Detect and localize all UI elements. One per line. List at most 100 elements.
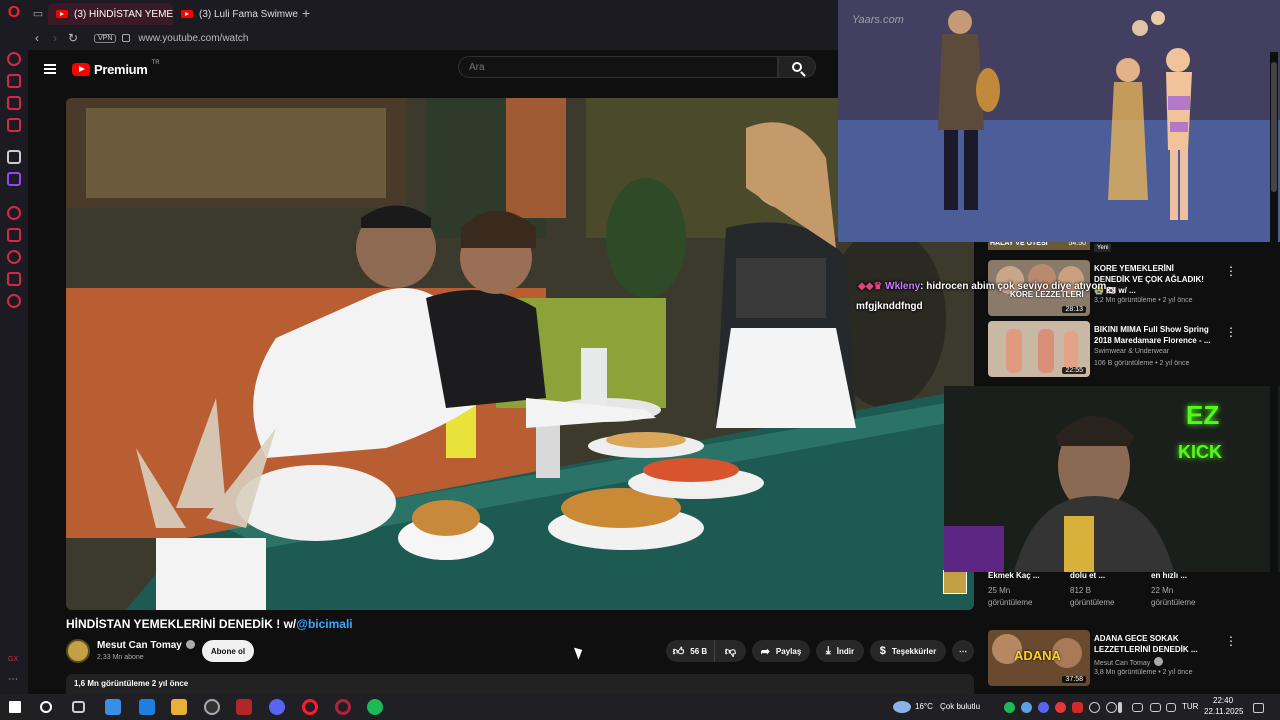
youtube-logo[interactable]: Premium TR — [72, 60, 160, 77]
windows-start-icon[interactable] — [9, 701, 21, 713]
tiktok-icon[interactable] — [7, 150, 21, 164]
scrollbar-thumb[interactable] — [1271, 62, 1277, 192]
weather-text[interactable]: Çok bulutlu — [940, 702, 980, 711]
instagram-icon[interactable] — [7, 118, 21, 132]
description-box[interactable]: 1,6 Mn görüntüleme 2 yıl önce — [66, 674, 974, 694]
player-icon[interactable] — [7, 206, 21, 220]
like-button[interactable]: 👍︎ 56 B — [666, 640, 714, 662]
video-thumbnail[interactable]: 22:55 — [988, 321, 1090, 377]
vpn-badge[interactable]: VPN — [94, 33, 117, 43]
forward-icon[interactable]: › — [46, 31, 64, 45]
related-video-title[interactable]: BIKINI MIMA Full Show Spring 2018 Mareda… — [1094, 324, 1212, 346]
channel-name-text[interactable]: Mesut Can Tomay — [97, 640, 182, 651]
video-thumbnail[interactable]: ADANA 37:58 — [988, 630, 1090, 686]
opera-icon[interactable] — [302, 699, 318, 715]
tray-spotify-icon[interactable] — [1004, 702, 1015, 713]
short-views-label: görüntüleme — [1070, 598, 1115, 607]
more-actions-button[interactable]: ⋯ — [952, 640, 974, 662]
back-icon[interactable]: ‹ — [28, 31, 46, 45]
tray-display-icon[interactable] — [1132, 703, 1143, 712]
spotify-icon[interactable] — [367, 699, 383, 715]
tab-island-icon[interactable]: ▭ — [28, 0, 48, 26]
messenger-icon[interactable] — [7, 96, 21, 110]
channel-watermark-icon[interactable] — [943, 570, 967, 594]
chat-badges-icon: ◆◆♛ — [858, 281, 886, 292]
settings-gear-icon[interactable] — [7, 294, 21, 308]
related-video-title[interactable]: KORE YEMEKLERİNİ DENEDİK VE ÇOK AĞLADIK!… — [1094, 263, 1212, 296]
file-explorer-icon[interactable] — [171, 699, 187, 715]
gx-icon[interactable]: GX — [8, 656, 18, 663]
short-views-label: görüntüleme — [988, 598, 1033, 607]
channel-name[interactable]: Mesut Can Tomay — [97, 640, 195, 651]
history-icon[interactable] — [7, 250, 21, 264]
short-title[interactable]: dolu et ... — [1070, 571, 1105, 580]
search-input[interactable] — [458, 56, 778, 78]
discord-icon[interactable] — [269, 699, 285, 715]
tray-app-icon[interactable] — [1021, 702, 1032, 713]
share-button[interactable]: ➦ Paylaş — [752, 640, 810, 662]
volume-icon[interactable] — [1166, 703, 1176, 712]
search-icon[interactable] — [40, 701, 52, 713]
bookmark-icon[interactable] — [7, 228, 21, 242]
download-button[interactable]: ⤓ İndir — [816, 640, 864, 662]
channel-text[interactable]: Mesut Can Tomay — [1094, 660, 1150, 667]
tray-record-icon[interactable] — [1055, 702, 1066, 713]
app-icon[interactable] — [204, 699, 220, 715]
extensions-icon[interactable] — [7, 272, 21, 286]
twitch-icon[interactable] — [7, 172, 21, 186]
dislike-button[interactable]: 👎︎ — [714, 640, 746, 662]
ez-logo: EZ — [1186, 400, 1220, 430]
weather-icon[interactable] — [893, 701, 911, 713]
scrollbar[interactable] — [1270, 52, 1278, 692]
opera-gx-icon[interactable] — [335, 699, 351, 715]
thanks-button[interactable]: $ Teşekkürler — [870, 640, 946, 662]
hamburger-menu-icon[interactable] — [44, 64, 56, 74]
pip-video-overlay[interactable]: Yaars.com — [838, 0, 1280, 242]
tab-label: (3) Luli Fama Swimwear F — [199, 8, 298, 20]
related-video-channel[interactable]: Mesut Can Tomay — [1094, 657, 1164, 667]
more-dots-icon[interactable]: ⋯ — [8, 674, 18, 685]
related-video-item[interactable]: ADANA 37:58 ADANA GECE SOKAK LEZZETLERİN… — [988, 630, 1258, 688]
kebab-menu-icon[interactable]: ⋮ — [1225, 325, 1237, 339]
ai-icon[interactable] — [7, 52, 21, 66]
notification-icon[interactable] — [1253, 703, 1264, 713]
temperature[interactable]: 16°C — [915, 702, 933, 711]
search-button[interactable] — [778, 56, 816, 78]
clock-date[interactable]: 22.11.2025 — [1204, 707, 1243, 716]
chat-message-text: : hidrocen abim çok seviyo diye atıyom — [920, 281, 1107, 292]
tray-discord-icon[interactable] — [1038, 702, 1049, 713]
mention-link[interactable]: @bicimali — [296, 617, 352, 631]
clock-time[interactable]: 22:40 — [1213, 696, 1233, 705]
tray-app2-icon[interactable] — [1072, 702, 1083, 713]
related-video-channel[interactable]: Swimwear & Underwear — [1094, 348, 1169, 355]
channel-avatar[interactable] — [66, 639, 90, 663]
download-icon: ⤓ — [825, 644, 831, 657]
thumbs-up-icon: 👍︎ — [672, 645, 685, 658]
opera-logo-icon[interactable]: O — [0, 0, 28, 26]
short-title[interactable]: Ekmek Kaç ... — [988, 571, 1040, 580]
outlook-icon[interactable] — [139, 699, 155, 715]
wifi-icon[interactable] — [1150, 703, 1161, 712]
kebab-menu-icon[interactable]: ⋮ — [1225, 264, 1237, 278]
new-tab-button[interactable]: + — [302, 5, 310, 21]
copilot-icon[interactable] — [105, 699, 121, 715]
language-indicator[interactable]: TUR — [1182, 702, 1198, 711]
url-field[interactable]: www.youtube.com/watch — [138, 33, 248, 44]
reload-icon[interactable]: ↻ — [64, 31, 82, 45]
tray-network-icon[interactable] — [1089, 702, 1100, 713]
kebab-menu-icon[interactable]: ⋮ — [1225, 634, 1237, 648]
video-app-icon[interactable] — [236, 699, 252, 715]
lock-icon[interactable] — [122, 34, 131, 42]
tab-swimwear[interactable]: (3) Luli Fama Swimwear F — [173, 3, 298, 25]
related-video-title[interactable]: ADANA GECE SOKAK LEZZETLERİNİ DENEDİK ..… — [1094, 633, 1212, 655]
microphone-icon[interactable] — [1118, 702, 1122, 713]
task-view-icon[interactable] — [72, 701, 85, 713]
youtube-favicon-icon — [181, 10, 193, 18]
webcam-frame — [944, 386, 1280, 572]
related-video-item[interactable]: 22:55 BIKINI MIMA Full Show Spring 2018 … — [988, 321, 1258, 379]
tab-youtube-active[interactable]: (3) HİNDİSTAN YEME — [48, 3, 173, 25]
subscribe-button[interactable]: Abone ol — [202, 640, 254, 662]
tray-settings-icon[interactable] — [1106, 702, 1117, 713]
short-title[interactable]: en hızlı ... — [1151, 571, 1187, 580]
shopping-icon[interactable] — [7, 74, 21, 88]
